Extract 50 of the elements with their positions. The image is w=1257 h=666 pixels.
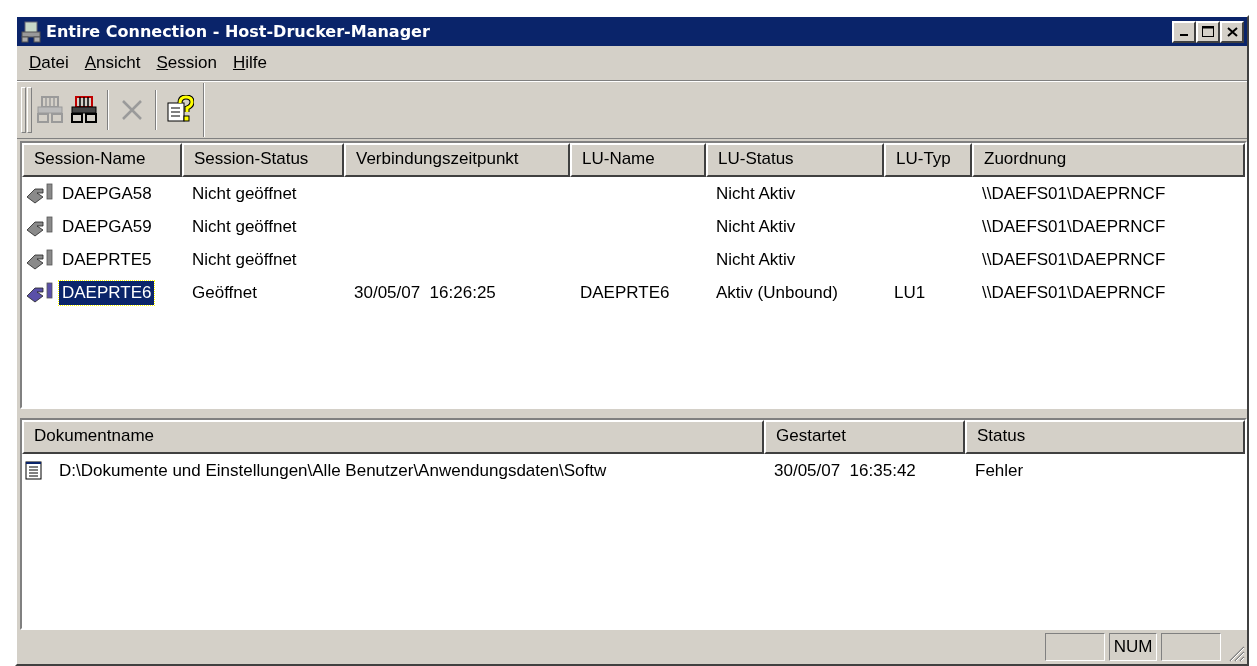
minimize-icon [1180,34,1188,36]
help-icon[interactable] [166,95,194,125]
session-name[interactable]: DAEPRTE6 [59,280,155,305]
close-icon [1226,26,1238,37]
maximize-icon [1202,26,1214,37]
menu-item[interactable]: Hilfe [224,51,275,75]
table-cell: \\DAEFS01\DAEPRNCF [982,216,1166,237]
menu-item[interactable]: Ansicht [76,51,149,75]
column-header[interactable]: Status [965,420,1245,454]
table-cell: DAEPRTE6 [580,282,670,303]
num-lock-indicator: NUM [1113,637,1153,657]
table-cell: 30/05/07 16:26:25 [354,282,496,303]
session-name[interactable]: DAEPGA59 [59,214,155,239]
table-cell: Nicht geöffnet [192,249,297,270]
session-name[interactable]: DAEPRTE5 [59,247,155,272]
status-panel [1161,633,1221,661]
printers-icon[interactable] [70,95,98,125]
table-cell: LU1 [894,282,926,303]
close-button[interactable] [1220,20,1244,43]
session-name[interactable]: DAEPGA58 [59,181,155,206]
table-cell: Nicht Aktiv [716,183,796,204]
table-cell: \\DAEFS01\DAEPRNCF [982,249,1166,270]
menu-item[interactable]: Datei [21,51,77,75]
document-name[interactable]: D:\Dokumente und Einstellungen\Alle Benutzer\Anwendungsdaten\Softw [45,458,610,483]
menu-item[interactable]: Session [148,51,225,75]
column-header[interactable]: LU-Typ [884,143,972,177]
column-header[interactable]: Session-Name [22,143,182,177]
column-header[interactable]: Verbindungszeitpunkt [344,143,570,177]
table-cell: Aktiv (Unbound) [716,282,838,303]
table-cell: \\DAEFS01\DAEPRNCF [982,183,1166,204]
column-header[interactable]: LU-Name [570,143,706,177]
document-icon [25,460,43,481]
table-cell: Nicht geöffnet [192,183,297,204]
table-cell: \\DAEFS01\DAEPRNCF [982,282,1166,303]
table-cell: Nicht Aktiv [716,249,796,270]
printer-icon [20,20,42,43]
column-header[interactable]: Session-Status [182,143,344,177]
column-header[interactable]: Zuordnung [972,143,1245,177]
window-title: Entire Connection - Host-Drucker-Manager [46,22,431,41]
maximize-button[interactable] [1196,20,1220,43]
minimize-button[interactable] [1172,20,1196,43]
table-cell: 30/05/07 16:35:42 [774,460,916,481]
status-panel [1045,633,1105,661]
table-cell: Fehler [975,460,1024,481]
column-header[interactable]: LU-Status [706,143,884,177]
table-cell: Nicht geöffnet [192,216,297,237]
column-header[interactable]: Gestartet [764,420,965,454]
table-cell: Geöffnet [192,282,257,303]
table-cell: Nicht Aktiv [716,216,796,237]
column-header[interactable]: Dokumentname [22,420,764,454]
